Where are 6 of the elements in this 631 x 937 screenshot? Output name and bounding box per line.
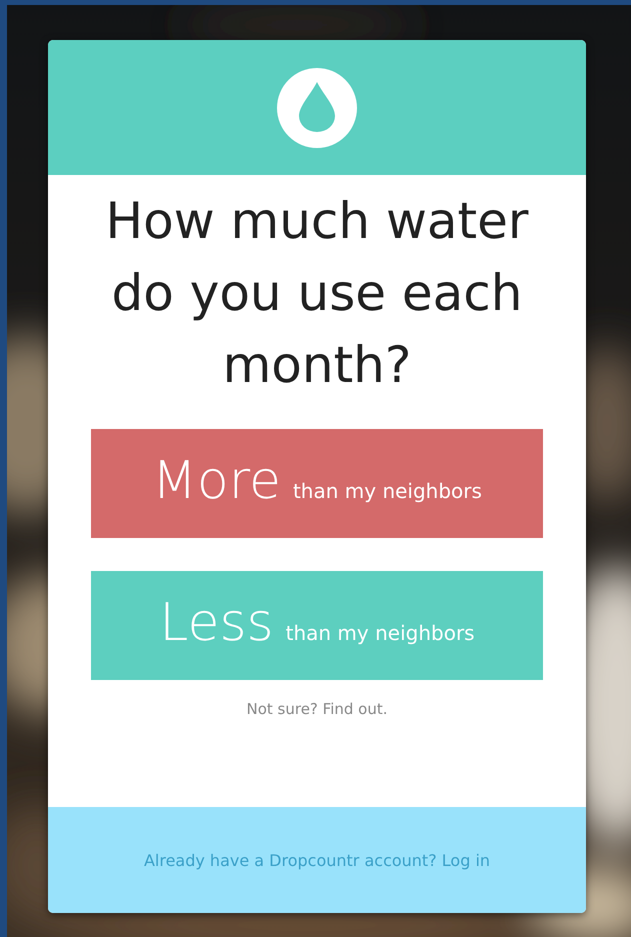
- question-heading: How much water do you use each month?: [104, 191, 530, 396]
- water-drop-icon: [277, 68, 357, 148]
- login-link[interactable]: Already have a Dropcountr account? Log in: [144, 850, 490, 870]
- answer-button[interactable]: More than my neighbors: [91, 429, 543, 538]
- answer-button[interactable]: Less than my neighbors: [91, 571, 543, 680]
- find-out-link[interactable]: Not sure? Find out.: [246, 700, 388, 718]
